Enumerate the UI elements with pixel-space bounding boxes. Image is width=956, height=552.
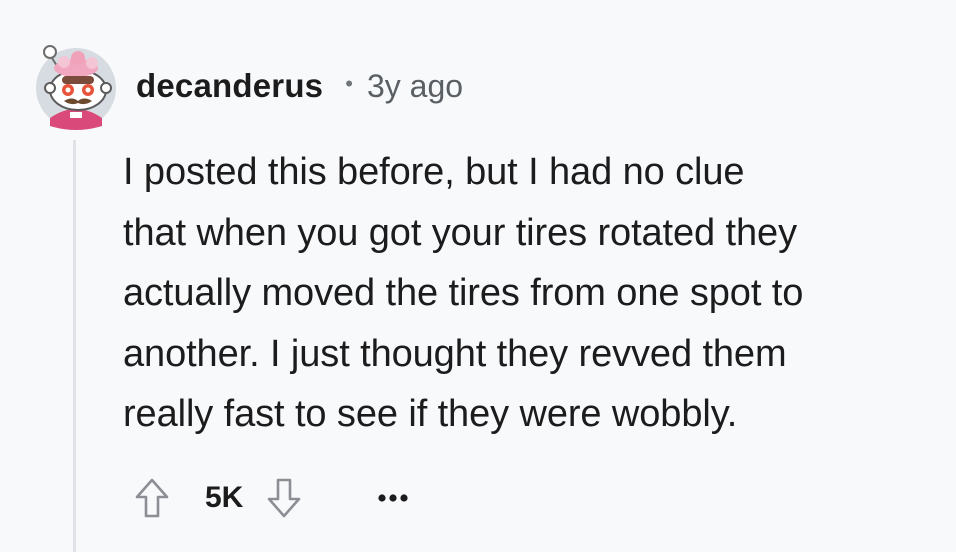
more-options-button[interactable] [373, 478, 413, 518]
separator-dot: • [345, 71, 353, 96]
comment-body: I posted this before, but I had no clue … [123, 151, 804, 435]
comment-actions: 5K [133, 472, 413, 524]
upvote-button[interactable] [133, 476, 171, 520]
user-avatar[interactable] [32, 38, 120, 130]
comment-header: decanderus • 3y ago [136, 64, 463, 108]
snoo-avatar-icon [36, 45, 116, 130]
arrow-down-icon [268, 478, 301, 518]
vote-score: 5K [205, 481, 244, 514]
thread-line[interactable] [73, 140, 76, 552]
downvote-button[interactable] [265, 476, 303, 520]
timestamp[interactable]: 3y ago [367, 68, 463, 105]
more-options-icon [378, 494, 408, 502]
arrow-up-icon [135, 478, 169, 518]
username[interactable]: decanderus [136, 67, 323, 105]
